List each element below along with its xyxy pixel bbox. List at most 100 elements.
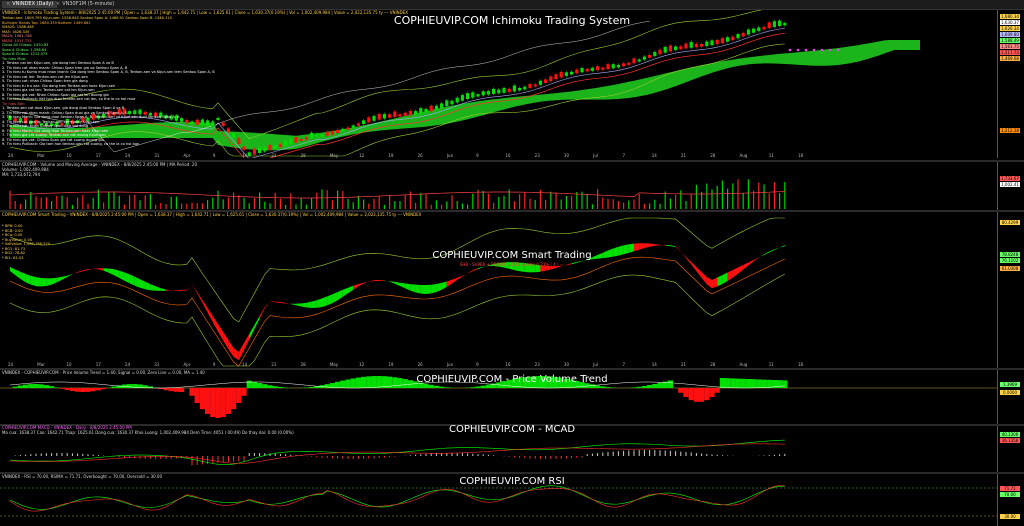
pvt-bar [54,387,60,388]
trend-band-segment [712,277,718,289]
macd-histogram-bar [40,453,42,456]
trend-band-segment [779,245,785,248]
smart-trading-pane[interactable]: COPHIEUVIP.COM Smart Trading SHB - SUPER… [0,212,1024,368]
pvt-pane[interactable]: COPHIEUVIP.COM - Price Volume Trend VNIN… [0,370,1024,424]
date-tick-label: 21 [680,153,687,158]
candle-body [263,147,267,152]
date-tick-label: 16 [505,362,511,367]
volume-bar [326,190,328,209]
candle-body [351,125,355,128]
rsi-axis[interactable]: 71.71 70.00 30.00 [997,474,1024,526]
candle-body [590,67,594,71]
trend-band-segment [472,268,478,272]
rsi-header: VNINDEX - RSI = 70.00, RSIMA = 71.71, Ov… [2,474,163,479]
pvt-bar [277,386,283,388]
pvt-bar [595,385,601,388]
volume-bar [285,204,287,209]
date-tick-label: 23 [534,362,540,367]
tab-vnindex-daily[interactable]: × VNINDEX (Daily) [2,1,58,8]
date-tick-label: 11 [768,362,774,367]
macd-histogram-bar [565,456,567,459]
candle-body [497,89,501,94]
volume-bar [51,201,53,209]
macd-axis[interactable]: 40.1306 36.1356 [997,426,1024,472]
macd-histogram-bar [508,456,510,457]
candle-body [221,122,225,126]
volume-bar [461,203,463,209]
price-axis[interactable]: 1,680.34 1,630.37 1,626.34 1,609.80 1,588.49… [997,10,1024,158]
volume-bar [113,191,115,209]
date-tick-label: 19 [388,362,394,367]
macd-histogram-bar [337,456,339,459]
macd-histogram-bar [623,450,625,456]
volume-bar [201,203,203,209]
trend-band-segment [166,289,172,291]
forecast-dot [820,48,824,52]
pvt-title: COPHIEUVIP.COM - Price Volume Trend [416,374,608,385]
smart-trading-header: COPHIEUVIP.COM Smart Trading - VNINDEX -… [2,212,422,217]
volume-bar [519,194,521,209]
volume-bar [87,203,89,209]
volume-axis[interactable]: 1,733.67 1,002.41 [997,162,1024,210]
trend-band-segment [374,279,380,282]
ichimoku-pane[interactable]: COPHIEUVIP.COM Ichimoku Trading System V… [0,10,1024,158]
trend-band-segment [41,278,47,287]
candle-body [674,46,678,51]
candle-body [762,26,766,30]
macd-histogram-bar [233,456,235,462]
forecast-dot [828,48,832,52]
date-tick-label: 7 [622,362,625,367]
trend-band-segment [400,282,406,289]
volume-bar [373,198,375,209]
volume-bar [503,195,505,209]
volume-bar [420,193,422,209]
tab-label: VN30F1M (5-minute) [62,1,115,7]
macd-histogram-bar [612,451,614,456]
candle-body [294,137,298,143]
macd-histogram-bar [378,456,380,459]
trend-band-segment [415,284,421,294]
date-tick-label: 10 [66,153,72,158]
volume-bar [347,198,349,209]
close-icon[interactable]: × [6,1,10,7]
rsi-pane[interactable]: COPHIEUVIP.COM RSI VNINDEX - RSI = 70.00… [0,474,1024,526]
trend-band-segment [701,272,707,285]
candle-body [741,32,745,37]
date-tick-label: 21 [680,362,687,367]
macd-histogram-bar [597,453,599,456]
date-tick-label: 30 [563,153,570,158]
pvt-bar [433,385,439,388]
rsi-line [9,485,785,510]
pvt-bar [647,385,653,388]
volume-bar [695,184,697,209]
tab-vn30f1m-5min[interactable]: × VN30F1M (5-minute) [52,1,118,8]
candle-body [424,108,428,113]
candle-body [398,114,402,117]
date-tick-label: 9 [212,362,216,367]
trend-band-segment [270,301,276,303]
candle-body [377,113,381,120]
axis-value-tag: 0.0000 [1000,390,1020,395]
volume-bar [586,194,588,209]
trend-band-segment [337,289,343,301]
pvt-bar [704,388,710,401]
macd-pane[interactable]: COPHIEUVIP.COM - MCAD COPHIEUVIP.COM MAC… [0,424,1024,472]
volume-bar [638,194,640,209]
volume-bar [378,196,380,209]
pvt-bar [428,384,434,388]
axis-value-tag: 1,680.34 [1000,14,1020,19]
volume-bar [207,200,209,209]
volume-bar [45,197,47,209]
volume-bar [721,180,723,209]
volume-pane[interactable]: COPHIEUVIP.COM - Volume and Moving Avera… [0,162,1024,210]
close-icon[interactable]: × [56,1,60,7]
date-tick-label: 26 [417,153,423,158]
macd-histogram-bar [123,456,125,458]
macd-histogram-bar [680,451,682,456]
macd-histogram-bar [763,455,765,456]
pvt-axis[interactable]: 1.3969 0.0000 [997,370,1024,424]
date-tick-label: 21 [271,362,277,367]
smart-trading-axis[interactable]: 80.4299 78.8248 76.1102 61.0308 [997,212,1024,368]
trend-band-segment [15,269,21,279]
volume-bar [233,192,235,209]
